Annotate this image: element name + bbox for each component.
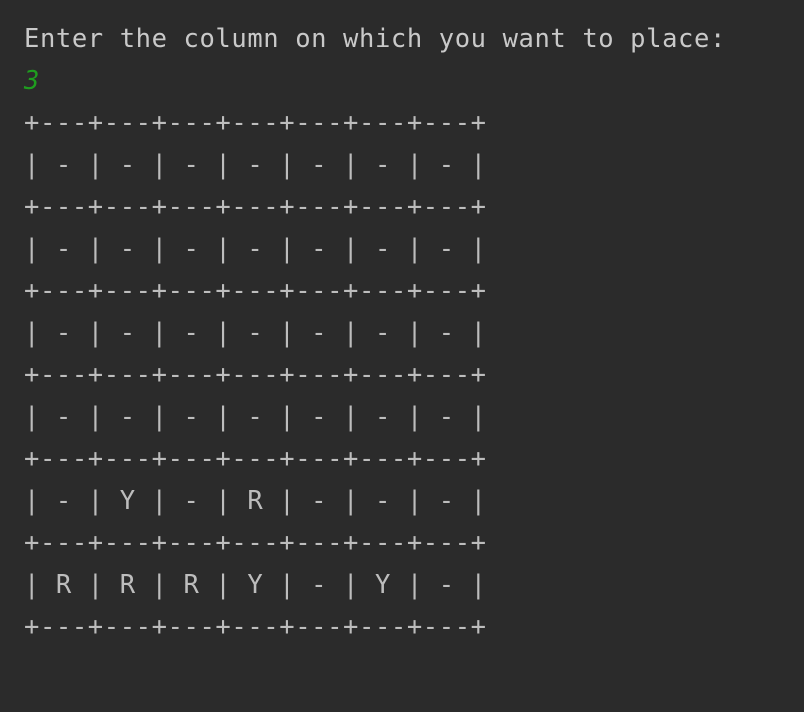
user-input-text: 3 [24,66,40,96]
board-grid: +---+---+---+---+---+---+---+ | - | - | … [24,102,726,648]
board-border-row: +---+---+---+---+---+---+---+ [24,612,487,642]
board-cell-row: | - | - | - | - | - | - | - | [24,150,487,180]
board-border-row: +---+---+---+---+---+---+---+ [24,360,487,390]
board-cell-row: | R | R | R | Y | - | Y | - | [24,570,487,600]
board-cell-row: | - | - | - | - | - | - | - | [24,402,487,432]
board-cell-row: | - | - | - | - | - | - | - | [24,234,487,264]
prompt-text: Enter the column on which you want to pl… [24,24,726,54]
board-border-row: +---+---+---+---+---+---+---+ [24,444,487,474]
board-border-row: +---+---+---+---+---+---+---+ [24,192,487,222]
board-border-row: +---+---+---+---+---+---+---+ [24,276,487,306]
board-cell-row: | - | - | - | - | - | - | - | [24,318,487,348]
console-output: Enter the column on which you want to pl… [24,18,726,648]
board-cell-row: | - | Y | - | R | - | - | - | [24,486,487,516]
board-border-row: +---+---+---+---+---+---+---+ [24,528,487,558]
board-border-row: +---+---+---+---+---+---+---+ [24,108,487,138]
